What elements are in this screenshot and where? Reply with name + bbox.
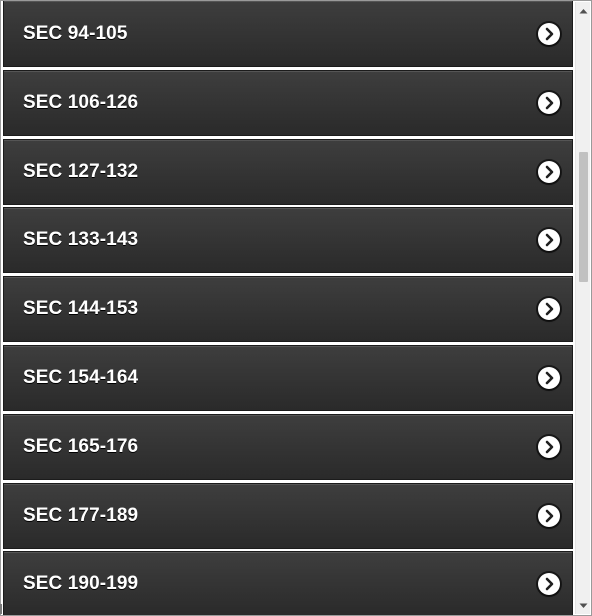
arrow-down-icon[interactable] — [576, 597, 591, 614]
list-item-label: SEC 127-132 — [23, 160, 139, 182]
list-item[interactable]: SEC 177-189 — [3, 482, 573, 549]
chevron-right-icon — [538, 91, 560, 114]
chevron-right-icon — [538, 22, 560, 45]
arrow-up-icon[interactable] — [576, 2, 591, 19]
list-item[interactable]: SEC 154-164 — [3, 344, 573, 411]
chevron-right-icon — [538, 573, 560, 596]
chevron-right-icon — [538, 298, 560, 321]
chevron-right-icon — [538, 229, 560, 252]
chevron-right-icon — [538, 366, 560, 389]
chevron-right-icon — [538, 160, 560, 183]
window-edge — [0, 604, 2, 614]
list-item-label: SEC 144-153 — [23, 298, 139, 320]
vertical-scrollbar[interactable] — [575, 2, 590, 614]
list-item-label: SEC 94-105 — [23, 22, 128, 44]
list-item[interactable]: SEC 94-105 — [3, 1, 573, 67]
list-item[interactable]: SEC 133-143 — [3, 207, 573, 274]
list-view-frame: SEC 94-105 SEC 106-126 SEC 127-132 SEC 1… — [0, 0, 592, 616]
list-item-label: SEC 154-164 — [23, 366, 139, 388]
list-item-label: SEC 165-176 — [23, 435, 139, 457]
section-list: SEC 94-105 SEC 106-126 SEC 127-132 SEC 1… — [3, 1, 573, 615]
list-item-label: SEC 177-189 — [23, 504, 139, 526]
list-item-label: SEC 190-199 — [23, 573, 139, 595]
list-item[interactable]: SEC 190-199 — [3, 551, 573, 615]
list-item[interactable]: SEC 127-132 — [3, 138, 573, 205]
scrollbar-thumb[interactable] — [579, 152, 588, 282]
list-item-label: SEC 133-143 — [23, 229, 139, 251]
list-item[interactable]: SEC 165-176 — [3, 413, 573, 480]
chevron-right-icon — [538, 504, 560, 527]
list-item[interactable]: SEC 144-153 — [3, 276, 573, 343]
list-item[interactable]: SEC 106-126 — [3, 69, 573, 136]
chevron-right-icon — [538, 435, 560, 458]
list-item-label: SEC 106-126 — [23, 91, 139, 113]
